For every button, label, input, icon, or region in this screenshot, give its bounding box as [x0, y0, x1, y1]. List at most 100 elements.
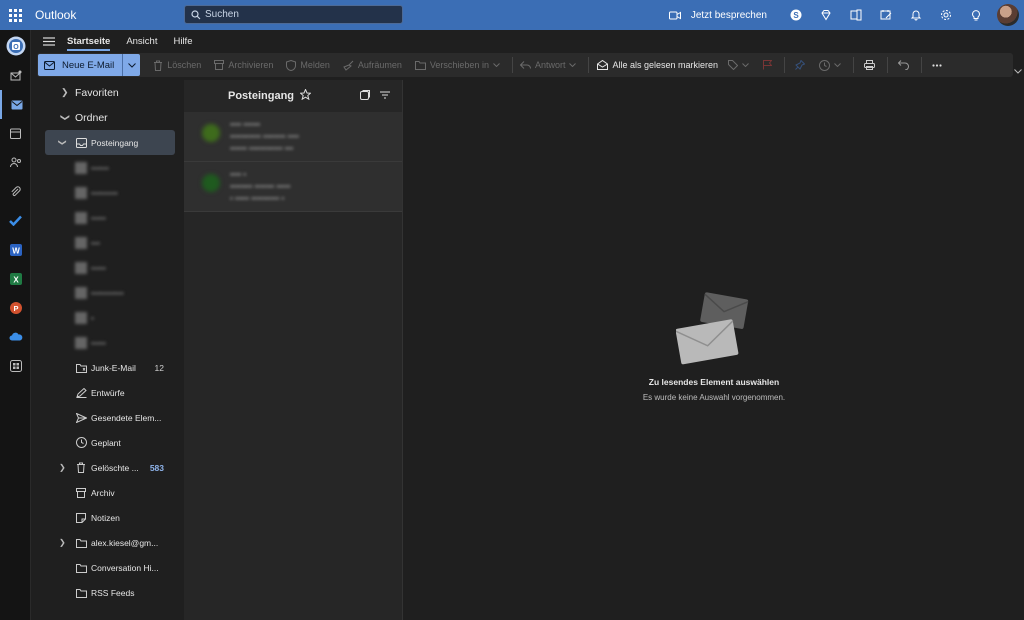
filter-button[interactable]: [380, 90, 390, 103]
reply-button[interactable]: Antwort: [519, 60, 581, 70]
toolbar-divider: [887, 57, 889, 73]
tab-home[interactable]: Startseite: [67, 32, 111, 51]
empty-envelopes-icon: [676, 292, 749, 365]
folder-icon: [75, 587, 87, 599]
chevron-down-icon: [1014, 69, 1022, 74]
folder-inbox[interactable]: ❯ Posteingang: [45, 130, 175, 155]
meet-now-label: Jetzt besprechen: [690, 9, 767, 21]
rail-calendar[interactable]: [0, 119, 31, 148]
waffle-icon: [8, 8, 22, 22]
printer-icon: [864, 60, 876, 70]
chevron-right-icon: ❯: [61, 87, 69, 97]
folder-conversation-history[interactable]: Conversation Hi...: [31, 555, 184, 580]
excel-icon: X: [9, 272, 22, 285]
rail-people[interactable]: [0, 148, 31, 177]
delete-button[interactable]: Löschen: [153, 60, 201, 71]
mark-all-read-button[interactable]: Alle als gelesen markieren: [597, 60, 718, 70]
notifications-button[interactable]: [901, 0, 931, 30]
archive-label: Archivieren: [228, 60, 274, 70]
ribbon-expand-button[interactable]: [1014, 66, 1022, 76]
select-icon: [360, 89, 370, 100]
folder-account[interactable]: ❯ alex.kiesel@gm...: [31, 530, 184, 555]
flag-button[interactable]: [763, 60, 776, 70]
select-button[interactable]: [360, 89, 370, 103]
folder-subfolder[interactable]: •••••••••: [31, 180, 184, 205]
unread-count: 583: [149, 462, 164, 473]
rail-outlook[interactable]: O: [0, 30, 31, 61]
more-options-button[interactable]: [932, 63, 946, 67]
folder-archive[interactable]: Archiv: [31, 480, 184, 505]
message-sender: •••• ••••••: [230, 120, 261, 129]
rail-mail[interactable]: [0, 90, 31, 119]
envelope-open-icon: [597, 60, 609, 70]
move-to-button[interactable]: Verschieben in: [414, 60, 504, 70]
folder-subfolder[interactable]: •: [31, 305, 184, 330]
tag-button[interactable]: [728, 60, 753, 70]
folder-subfolder[interactable]: ••••••: [31, 155, 184, 180]
rail-powerpoint[interactable]: P: [0, 293, 31, 322]
rail-files[interactable]: [0, 177, 31, 206]
rail-todo[interactable]: [0, 206, 31, 235]
archive-icon: [75, 487, 87, 499]
reply-icon: [519, 60, 531, 69]
move-to-label: Verschieben in: [429, 60, 489, 70]
skype-button[interactable]: S: [781, 0, 811, 30]
folder-scheduled[interactable]: Geplant: [31, 430, 184, 455]
undo-button[interactable]: [898, 60, 913, 70]
folder-label: •••••••••: [91, 187, 118, 198]
pin-button[interactable]: [795, 60, 809, 70]
folder-label: •••••: [91, 212, 106, 223]
app-launcher-button[interactable]: [0, 0, 30, 30]
rail-more-apps[interactable]: [0, 351, 31, 380]
new-mail-label: Neue E-Mail: [62, 59, 115, 71]
folder-label: RSS Feeds: [91, 587, 135, 598]
folder-label: Conversation Hi...: [91, 562, 159, 573]
folder-label: Posteingang: [91, 137, 139, 148]
archive-button[interactable]: Archivieren: [214, 60, 273, 70]
folder-subfolder[interactable]: •••••: [31, 330, 184, 355]
search-box[interactable]: Suchen: [184, 5, 403, 24]
nav-toggle-button[interactable]: [31, 36, 67, 46]
chevron-down-icon: [127, 62, 136, 68]
office-button[interactable]: [841, 0, 871, 30]
snooze-button[interactable]: [819, 59, 845, 71]
folder-subfolder[interactable]: •••••: [31, 205, 184, 230]
folder-notes[interactable]: Notizen: [31, 505, 184, 530]
folder-drafts[interactable]: Entwürfe: [31, 380, 184, 405]
favorite-star-button[interactable]: [299, 88, 312, 103]
tab-view[interactable]: Ansicht: [126, 32, 157, 51]
hamburger-icon: [43, 36, 55, 46]
favorites-section[interactable]: ❯ Favoriten: [31, 80, 184, 105]
favorites-label: Favoriten: [75, 86, 119, 99]
message-item[interactable]: •••• •••••• ••••••••••• •••••••• •••• ••…: [184, 112, 402, 162]
report-button[interactable]: Melden: [286, 59, 330, 71]
rail-word[interactable]: W: [0, 235, 31, 264]
premium-button[interactable]: [811, 0, 841, 30]
folder-subfolder[interactable]: •••: [31, 230, 184, 255]
new-mail-dropdown[interactable]: [122, 54, 141, 76]
rail-addin[interactable]: [0, 61, 31, 90]
rail-excel[interactable]: X: [0, 264, 31, 293]
meet-now-button[interactable]: Jetzt besprechen: [668, 9, 767, 21]
folder-rss[interactable]: RSS Feeds: [31, 580, 184, 605]
rail-onedrive[interactable]: [0, 322, 31, 351]
folder-sent[interactable]: Gesendete Elem...: [31, 405, 184, 430]
folder-deleted[interactable]: ❯ Gelöschte ... 583: [31, 455, 184, 480]
message-item[interactable]: •••• • •••••••• ••••••• ••••• • ••••• ••…: [184, 162, 402, 212]
print-button[interactable]: [864, 60, 879, 70]
folder-junk[interactable]: Junk-E-Mail 12: [31, 355, 184, 380]
sweep-button[interactable]: Aufräumen: [343, 60, 402, 71]
folder-icon: [75, 537, 87, 549]
account-avatar[interactable]: [997, 4, 1019, 26]
folder-subfolder[interactable]: •••••: [31, 255, 184, 280]
settings-button[interactable]: [931, 0, 961, 30]
folders-section[interactable]: ❯ Ordner: [31, 105, 184, 130]
calendar-icon: [10, 128, 21, 139]
new-mail-button[interactable]: Neue E-Mail: [38, 54, 123, 76]
tips-button[interactable]: [961, 0, 991, 30]
reading-pane: Zu lesendes Element auswählen Es wurde k…: [404, 80, 1024, 620]
tab-help[interactable]: Hilfe: [173, 32, 192, 51]
my-day-button[interactable]: [871, 0, 901, 30]
folder-subfolder[interactable]: •••••••••••: [31, 280, 184, 305]
sender-avatar: [202, 124, 220, 142]
